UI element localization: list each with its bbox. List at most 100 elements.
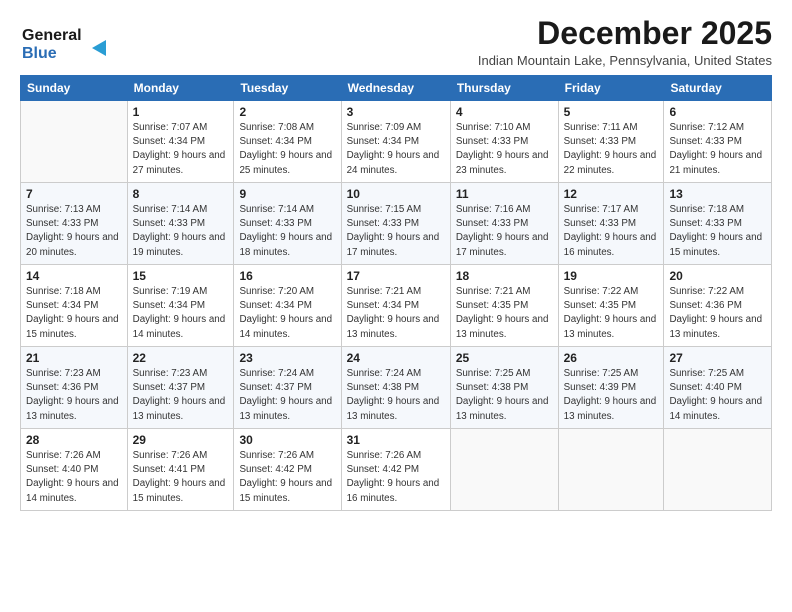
day-info: Sunrise: 7:10 AM Sunset: 4:33 PM Dayligh… bbox=[456, 121, 553, 178]
calendar-cell: 14Sunrise: 7:18 AM Sunset: 4:34 PM Dayli… bbox=[21, 265, 128, 347]
calendar-cell bbox=[558, 429, 664, 511]
day-info: Sunrise: 7:23 AM Sunset: 4:36 PM Dayligh… bbox=[26, 367, 122, 424]
day-number: 4 bbox=[456, 105, 553, 119]
day-number: 27 bbox=[669, 351, 766, 365]
calendar-cell: 31Sunrise: 7:26 AM Sunset: 4:42 PM Dayli… bbox=[341, 429, 450, 511]
day-number: 1 bbox=[133, 105, 229, 119]
calendar-cell: 6 Sunrise: 7:12 AM Sunset: 4:33 PM Daylig… bbox=[664, 101, 772, 183]
day-info: Sunrise: 7:22 AM Sunset: 4:36 PM Dayligh… bbox=[669, 285, 766, 342]
logo: General Blue bbox=[20, 20, 110, 69]
day-info: Sunrise: 7:08 AM Sunset: 4:34 PM Dayligh… bbox=[239, 121, 335, 178]
day-number: 29 bbox=[133, 433, 229, 447]
day-info: Sunrise: 7:19 AM Sunset: 4:34 PM Dayligh… bbox=[133, 285, 229, 342]
calendar-week-row-0: 1 Sunrise: 7:07 AM Sunset: 4:34 PM Daylig… bbox=[21, 101, 772, 183]
calendar-cell: 27 Sunrise: 7:25 AM Sunset: 4:40 PM Dayli… bbox=[664, 347, 772, 429]
day-info: Sunrise: 7:21 AM Sunset: 4:34 PM Dayligh… bbox=[347, 285, 445, 342]
day-info: Sunrise: 7:18 AM Sunset: 4:34 PM Dayligh… bbox=[26, 285, 122, 342]
day-info: Sunrise: 7:24 AM Sunset: 4:37 PM Dayligh… bbox=[239, 367, 335, 424]
day-info: Sunrise: 7:26 AM Sunset: 4:40 PM Dayligh… bbox=[26, 449, 122, 506]
header-tuesday: Tuesday bbox=[234, 76, 341, 101]
title-area: December 2025 Indian Mountain Lake, Penn… bbox=[478, 16, 772, 68]
day-number: 6 bbox=[669, 105, 766, 119]
page: General Blue December 2025 Indian Mounta… bbox=[0, 0, 792, 612]
calendar-cell: 24 Sunrise: 7:24 AM Sunset: 4:38 PM Dayli… bbox=[341, 347, 450, 429]
calendar-cell: 15 Sunrise: 7:19 AM Sunset: 4:34 PM Dayli… bbox=[127, 265, 234, 347]
day-info: Sunrise: 7:20 AM Sunset: 4:34 PM Dayligh… bbox=[239, 285, 335, 342]
day-number: 20 bbox=[669, 269, 766, 283]
logo-svg: General Blue bbox=[20, 20, 110, 64]
day-info: Sunrise: 7:26 AM Sunset: 4:42 PM Dayligh… bbox=[239, 449, 335, 506]
day-number: 21 bbox=[26, 351, 122, 365]
day-number: 7 bbox=[26, 187, 122, 201]
calendar-cell: 17Sunrise: 7:21 AM Sunset: 4:34 PM Dayli… bbox=[341, 265, 450, 347]
calendar-cell: 11 Sunrise: 7:16 AM Sunset: 4:33 PM Dayli… bbox=[450, 183, 558, 265]
day-number: 11 bbox=[456, 187, 553, 201]
location-subtitle: Indian Mountain Lake, Pennsylvania, Unit… bbox=[478, 53, 772, 68]
calendar-header-row: Sunday Monday Tuesday Wednesday Thursday… bbox=[21, 76, 772, 101]
day-number: 12 bbox=[564, 187, 659, 201]
day-info: Sunrise: 7:17 AM Sunset: 4:33 PM Dayligh… bbox=[564, 203, 659, 260]
calendar-cell: 4 Sunrise: 7:10 AM Sunset: 4:33 PM Daylig… bbox=[450, 101, 558, 183]
calendar-cell: 1 Sunrise: 7:07 AM Sunset: 4:34 PM Daylig… bbox=[127, 101, 234, 183]
calendar-table: Sunday Monday Tuesday Wednesday Thursday… bbox=[20, 75, 772, 511]
day-number: 15 bbox=[133, 269, 229, 283]
calendar-cell: 3Sunrise: 7:09 AM Sunset: 4:34 PM Daylig… bbox=[341, 101, 450, 183]
day-info: Sunrise: 7:25 AM Sunset: 4:40 PM Dayligh… bbox=[669, 367, 766, 424]
day-info: Sunrise: 7:21 AM Sunset: 4:35 PM Dayligh… bbox=[456, 285, 553, 342]
header-sunday: Sunday bbox=[21, 76, 128, 101]
calendar-cell: 5Sunrise: 7:11 AM Sunset: 4:33 PM Daylig… bbox=[558, 101, 664, 183]
day-info: Sunrise: 7:26 AM Sunset: 4:41 PM Dayligh… bbox=[133, 449, 229, 506]
calendar-cell: 20 Sunrise: 7:22 AM Sunset: 4:36 PM Dayli… bbox=[664, 265, 772, 347]
calendar-cell: 10 Sunrise: 7:15 AM Sunset: 4:33 PM Dayli… bbox=[341, 183, 450, 265]
calendar-cell: 16Sunrise: 7:20 AM Sunset: 4:34 PM Dayli… bbox=[234, 265, 341, 347]
day-info: Sunrise: 7:14 AM Sunset: 4:33 PM Dayligh… bbox=[239, 203, 335, 260]
day-info: Sunrise: 7:07 AM Sunset: 4:34 PM Dayligh… bbox=[133, 121, 229, 178]
calendar-cell: 30 Sunrise: 7:26 AM Sunset: 4:42 PM Dayli… bbox=[234, 429, 341, 511]
day-number: 31 bbox=[347, 433, 445, 447]
calendar-week-row-3: 21 Sunrise: 7:23 AM Sunset: 4:36 PM Dayli… bbox=[21, 347, 772, 429]
calendar-cell: 2Sunrise: 7:08 AM Sunset: 4:34 PM Daylig… bbox=[234, 101, 341, 183]
calendar-cell: 12 Sunrise: 7:17 AM Sunset: 4:33 PM Dayli… bbox=[558, 183, 664, 265]
calendar-cell: 22 Sunrise: 7:23 AM Sunset: 4:37 PM Dayli… bbox=[127, 347, 234, 429]
day-number: 10 bbox=[347, 187, 445, 201]
calendar-cell: 26 Sunrise: 7:25 AM Sunset: 4:39 PM Dayli… bbox=[558, 347, 664, 429]
day-number: 19 bbox=[564, 269, 659, 283]
calendar-cell bbox=[21, 101, 128, 183]
calendar-cell: 18 Sunrise: 7:21 AM Sunset: 4:35 PM Dayli… bbox=[450, 265, 558, 347]
day-info: Sunrise: 7:23 AM Sunset: 4:37 PM Dayligh… bbox=[133, 367, 229, 424]
header-thursday: Thursday bbox=[450, 76, 558, 101]
calendar-cell: 7 Sunrise: 7:13 AM Sunset: 4:33 PM Daylig… bbox=[21, 183, 128, 265]
calendar-cell: 8Sunrise: 7:14 AM Sunset: 4:33 PM Daylig… bbox=[127, 183, 234, 265]
day-info: Sunrise: 7:16 AM Sunset: 4:33 PM Dayligh… bbox=[456, 203, 553, 260]
logo-text: General Blue bbox=[20, 20, 110, 69]
day-number: 5 bbox=[564, 105, 659, 119]
header-saturday: Saturday bbox=[664, 76, 772, 101]
svg-text:Blue: Blue bbox=[22, 45, 57, 62]
calendar-cell: 23 Sunrise: 7:24 AM Sunset: 4:37 PM Dayli… bbox=[234, 347, 341, 429]
day-number: 22 bbox=[133, 351, 229, 365]
day-number: 23 bbox=[239, 351, 335, 365]
day-info: Sunrise: 7:14 AM Sunset: 4:33 PM Dayligh… bbox=[133, 203, 229, 260]
calendar-cell: 29 Sunrise: 7:26 AM Sunset: 4:41 PM Dayli… bbox=[127, 429, 234, 511]
month-title: December 2025 bbox=[478, 16, 772, 51]
day-info: Sunrise: 7:13 AM Sunset: 4:33 PM Dayligh… bbox=[26, 203, 122, 260]
day-info: Sunrise: 7:15 AM Sunset: 4:33 PM Dayligh… bbox=[347, 203, 445, 260]
calendar-week-row-1: 7 Sunrise: 7:13 AM Sunset: 4:33 PM Daylig… bbox=[21, 183, 772, 265]
day-number: 24 bbox=[347, 351, 445, 365]
calendar-cell: 25Sunrise: 7:25 AM Sunset: 4:38 PM Dayli… bbox=[450, 347, 558, 429]
day-number: 3 bbox=[347, 105, 445, 119]
day-number: 26 bbox=[564, 351, 659, 365]
day-number: 30 bbox=[239, 433, 335, 447]
calendar-cell bbox=[450, 429, 558, 511]
calendar-week-row-2: 14Sunrise: 7:18 AM Sunset: 4:34 PM Dayli… bbox=[21, 265, 772, 347]
calendar-cell: 19Sunrise: 7:22 AM Sunset: 4:35 PM Dayli… bbox=[558, 265, 664, 347]
day-info: Sunrise: 7:18 AM Sunset: 4:33 PM Dayligh… bbox=[669, 203, 766, 260]
day-info: Sunrise: 7:25 AM Sunset: 4:39 PM Dayligh… bbox=[564, 367, 659, 424]
header-friday: Friday bbox=[558, 76, 664, 101]
day-info: Sunrise: 7:24 AM Sunset: 4:38 PM Dayligh… bbox=[347, 367, 445, 424]
header-monday: Monday bbox=[127, 76, 234, 101]
day-number: 18 bbox=[456, 269, 553, 283]
day-info: Sunrise: 7:12 AM Sunset: 4:33 PM Dayligh… bbox=[669, 121, 766, 178]
calendar-cell: 13Sunrise: 7:18 AM Sunset: 4:33 PM Dayli… bbox=[664, 183, 772, 265]
header: General Blue December 2025 Indian Mounta… bbox=[20, 16, 772, 69]
